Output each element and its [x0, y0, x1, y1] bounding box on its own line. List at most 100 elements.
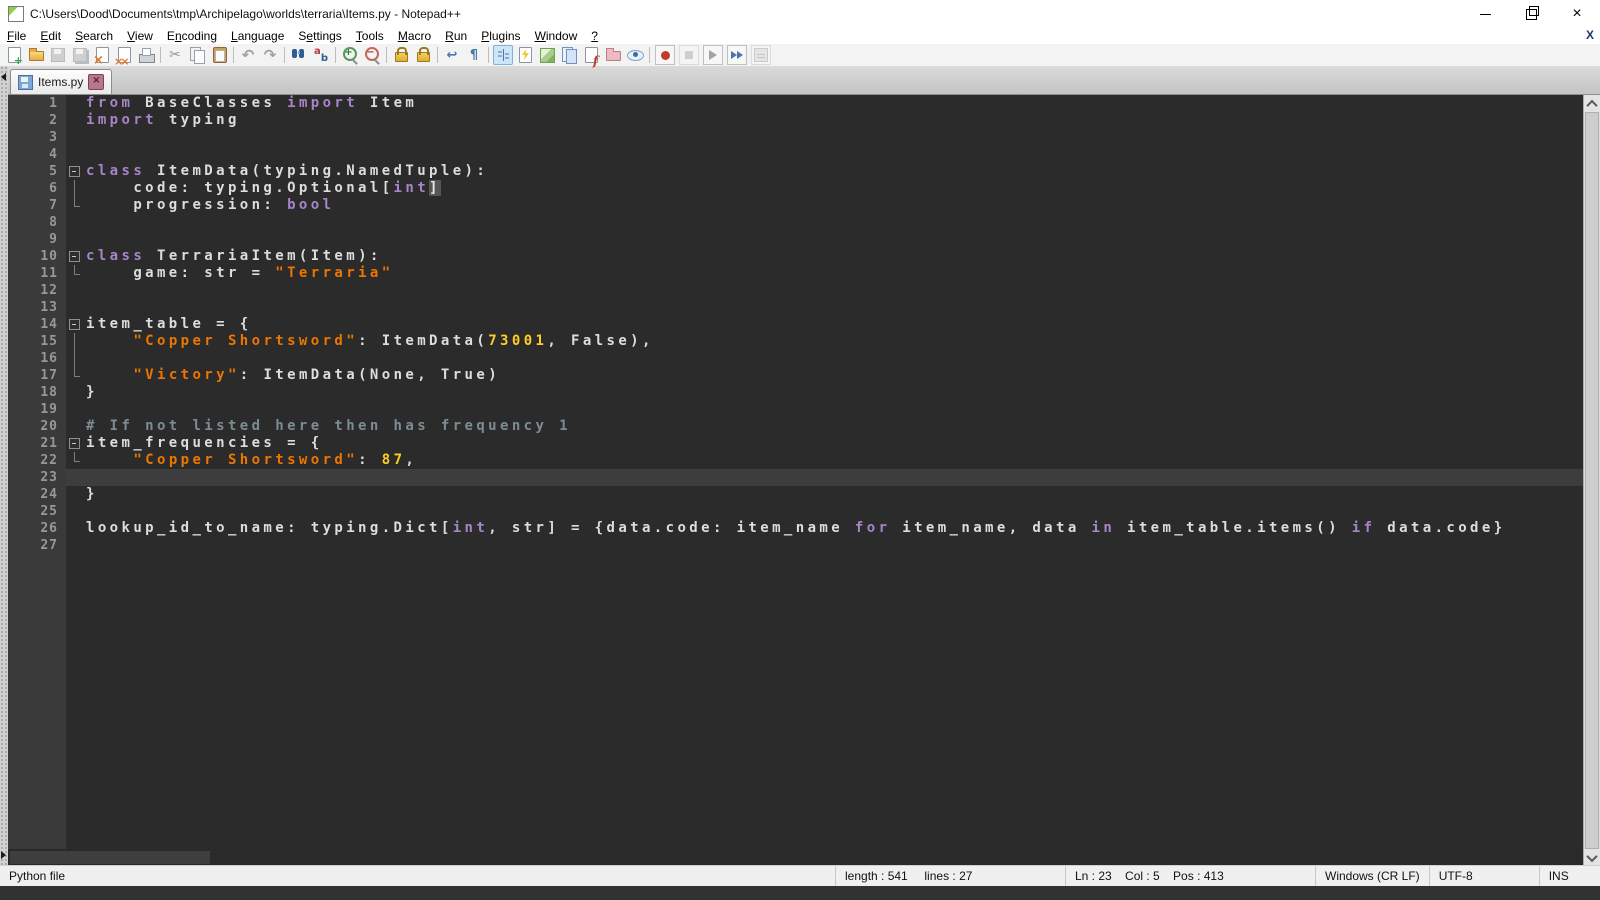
- line-number[interactable]: 21: [8, 435, 66, 452]
- code-text[interactable]: game: str = "Terraria": [86, 265, 1583, 282]
- expand-right-icon[interactable]: [1, 851, 6, 859]
- code-text[interactable]: [86, 537, 1583, 554]
- menu-item-tools[interactable]: Tools: [349, 29, 391, 43]
- code-text[interactable]: [86, 469, 1583, 486]
- menu-item-help[interactable]: ?: [584, 29, 605, 43]
- code-text[interactable]: lookup_id_to_name: typing.Dict[int, str]…: [86, 520, 1583, 537]
- code-text[interactable]: class ItemData(typing.NamedTuple):: [86, 163, 1583, 180]
- line-number[interactable]: 3: [8, 129, 66, 146]
- code-line[interactable]: 21 item_frequencies = {: [8, 435, 1583, 452]
- status-typing-mode[interactable]: INS: [1539, 866, 1600, 886]
- collapse-left-icon[interactable]: [1, 73, 6, 81]
- code-text[interactable]: code: typing.Optional[int]: [86, 180, 1583, 197]
- line-number[interactable]: 17: [8, 367, 66, 384]
- code-text[interactable]: [86, 503, 1583, 520]
- code-line[interactable]: 19: [8, 401, 1583, 418]
- menu-item-plugins[interactable]: Plugins: [474, 29, 527, 43]
- code-line[interactable]: 24}: [8, 486, 1583, 503]
- code-line[interactable]: 12: [8, 282, 1583, 299]
- code-text[interactable]: class TerrariaItem(Item):: [86, 248, 1583, 265]
- code-text[interactable]: import typing: [86, 112, 1583, 129]
- line-number[interactable]: 6: [8, 180, 66, 197]
- monitoring-icon[interactable]: [625, 45, 645, 65]
- function-list-icon[interactable]: [581, 45, 601, 65]
- function-completion-icon[interactable]: [515, 45, 535, 65]
- macro-stop-icon[interactable]: [679, 45, 699, 65]
- menu-item-search[interactable]: Search: [68, 29, 120, 43]
- tab-close-icon[interactable]: ×: [88, 74, 104, 90]
- macro-record-icon[interactable]: [655, 45, 675, 65]
- code-line[interactable]: 5class ItemData(typing.NamedTuple):: [8, 163, 1583, 180]
- menu-item-settings[interactable]: Settings: [291, 29, 348, 43]
- code-text[interactable]: from BaseClasses import Item: [86, 95, 1583, 112]
- menu-item-edit[interactable]: Edit: [33, 29, 68, 43]
- line-number[interactable]: 7: [8, 197, 66, 214]
- code-line[interactable]: 7 progression: bool: [8, 197, 1583, 214]
- line-number[interactable]: 24: [8, 486, 66, 503]
- code-line[interactable]: 9: [8, 231, 1583, 248]
- scroll-down-button[interactable]: [1584, 849, 1600, 866]
- indent-guide-icon[interactable]: [493, 45, 513, 65]
- code-text[interactable]: [86, 129, 1583, 146]
- fold-collapse-icon[interactable]: [66, 316, 86, 333]
- line-number[interactable]: 23: [8, 469, 66, 486]
- code-text[interactable]: [86, 231, 1583, 248]
- document-list-icon[interactable]: [559, 45, 579, 65]
- fold-collapse-icon[interactable]: [66, 163, 86, 180]
- line-number[interactable]: 14: [8, 316, 66, 333]
- code-line[interactable]: 20 # If not listed here then has frequenc…: [8, 418, 1583, 435]
- code-text[interactable]: item_frequencies = {: [86, 435, 1583, 452]
- menu-item-encoding[interactable]: Encoding: [160, 29, 224, 43]
- code-line[interactable]: 13: [8, 299, 1583, 316]
- open-folder-icon[interactable]: [26, 45, 46, 65]
- sync-vertical-scroll-icon[interactable]: [391, 45, 411, 65]
- code-text[interactable]: # If not listed here then has frequency …: [86, 418, 1583, 435]
- code-line[interactable]: 26 lookup_id_to_name: typing.Dict[int, st…: [8, 520, 1583, 537]
- line-number[interactable]: 2: [8, 112, 66, 129]
- line-number[interactable]: 11: [8, 265, 66, 282]
- code-text[interactable]: item_table = {: [86, 316, 1583, 333]
- replace-icon[interactable]: [311, 45, 331, 65]
- print-icon[interactable]: [136, 45, 156, 65]
- menu-item-language[interactable]: Language: [224, 29, 291, 43]
- line-number[interactable]: 20: [8, 418, 66, 435]
- code-text[interactable]: progression: bool: [86, 197, 1583, 214]
- code-line[interactable]: 3: [8, 129, 1583, 146]
- macro-save-icon[interactable]: [751, 45, 771, 65]
- line-number[interactable]: 27: [8, 537, 66, 554]
- menu-item-macro[interactable]: Macro: [391, 29, 438, 43]
- line-number[interactable]: 19: [8, 401, 66, 418]
- paste-icon[interactable]: [209, 45, 229, 65]
- line-number[interactable]: 8: [8, 214, 66, 231]
- code-line[interactable]: 27: [8, 537, 1583, 554]
- zoom-in-icon[interactable]: +: [340, 45, 360, 65]
- save-all-icon[interactable]: [70, 45, 90, 65]
- minimize-button[interactable]: [1462, 0, 1508, 28]
- menu-item-file[interactable]: File: [0, 29, 33, 43]
- code-text[interactable]: "Copper Shortsword": 87,: [86, 452, 1583, 469]
- line-number[interactable]: 13: [8, 299, 66, 316]
- undo-icon[interactable]: ↶: [238, 45, 258, 65]
- menu-item-window[interactable]: Window: [528, 29, 585, 43]
- code-editor[interactable]: 1from BaseClasses import Item2 import typ…: [8, 95, 1583, 866]
- copy-icon[interactable]: [187, 45, 207, 65]
- close-button[interactable]: ×: [1554, 0, 1600, 28]
- status-encoding[interactable]: UTF-8: [1429, 866, 1539, 886]
- line-number[interactable]: 18: [8, 384, 66, 401]
- code-line[interactable]: 1from BaseClasses import Item: [8, 95, 1583, 112]
- save-icon[interactable]: [48, 45, 68, 65]
- line-number[interactable]: 26: [8, 520, 66, 537]
- code-line[interactable]: 22 "Copper Shortsword": 87,: [8, 452, 1583, 469]
- line-number[interactable]: 16: [8, 350, 66, 367]
- macro-play-icon[interactable]: [703, 45, 723, 65]
- folder-as-workspace-icon[interactable]: [603, 45, 623, 65]
- line-number[interactable]: 22: [8, 452, 66, 469]
- document-map-icon[interactable]: [537, 45, 557, 65]
- code-line[interactable]: 11 game: str = "Terraria": [8, 265, 1583, 282]
- vertical-scrollbar[interactable]: [1583, 95, 1600, 866]
- status-eol-format[interactable]: Windows (CR LF): [1315, 866, 1429, 886]
- restore-button[interactable]: [1508, 0, 1554, 28]
- code-text[interactable]: [86, 350, 1583, 367]
- show-all-characters-icon[interactable]: ¶: [464, 45, 484, 65]
- find-icon[interactable]: [289, 45, 309, 65]
